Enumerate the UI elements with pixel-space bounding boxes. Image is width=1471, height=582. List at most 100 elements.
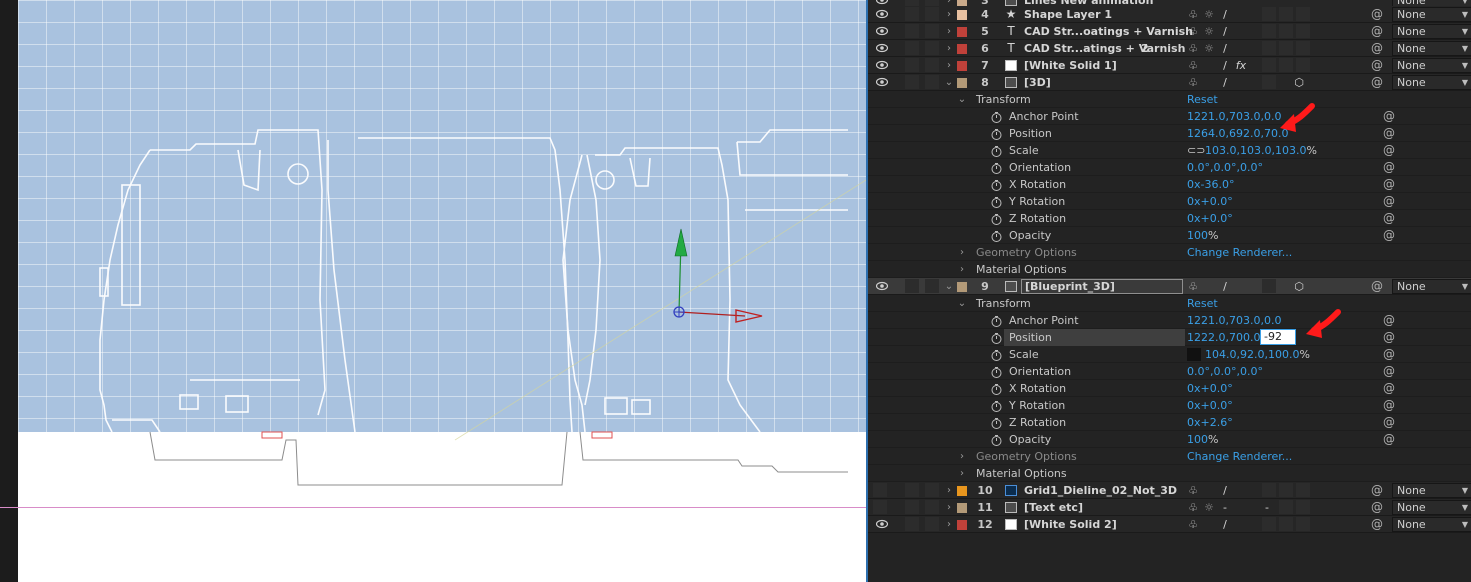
- visibility-eye-icon[interactable]: [876, 519, 888, 529]
- audio-switch[interactable]: [905, 279, 919, 293]
- layer-name[interactable]: [White Solid 2]: [1024, 516, 1117, 533]
- prop-row[interactable]: Z Rotation 0x+2.6° @: [868, 414, 1471, 431]
- label-color-swatch[interactable]: [957, 44, 967, 54]
- audio-switch[interactable]: [905, 7, 919, 21]
- layer-row-5[interactable]: › 5 T CAD Str...oatings + Varnish ♧ ☼ / …: [868, 23, 1471, 40]
- audio-switch[interactable]: [905, 75, 919, 89]
- label-color-swatch[interactable]: [957, 78, 967, 88]
- switch-cell[interactable]: [1296, 7, 1310, 21]
- property-value[interactable]: 0x-36.0°: [1187, 176, 1234, 193]
- motion-blur-icon[interactable]: -: [1258, 499, 1276, 516]
- property-value[interactable]: 1222.0,700.0,: [1187, 329, 1264, 346]
- label-color-swatch[interactable]: [957, 486, 967, 496]
- lock-switch[interactable]: [925, 517, 939, 531]
- switch-cell[interactable]: [1262, 58, 1276, 72]
- prop-row[interactable]: Opacity 100% @: [868, 431, 1471, 448]
- layer-row-6[interactable]: › 6 T CAD Str...atings + Varnish 2 ♧ ☼ /…: [868, 40, 1471, 57]
- property-value[interactable]: 0x+0.0°: [1187, 210, 1233, 227]
- property-value[interactable]: 1221.0,703.0,0.0: [1187, 108, 1281, 125]
- stopwatch-icon[interactable]: [991, 417, 1002, 429]
- stopwatch-icon[interactable]: [991, 128, 1002, 140]
- twirl-expanded-icon[interactable]: ⌄: [957, 91, 967, 108]
- quality-icon[interactable]: /: [1216, 23, 1234, 40]
- layer-name[interactable]: Shape Layer 1: [1024, 6, 1112, 23]
- pickwhip-icon[interactable]: @: [1383, 142, 1395, 159]
- pickwhip-icon[interactable]: @: [1370, 499, 1384, 516]
- twirl-chevron-icon[interactable]: ›: [944, 516, 954, 533]
- stopwatch-icon[interactable]: [991, 162, 1002, 174]
- stopwatch-icon[interactable]: [991, 196, 1002, 208]
- reset-link[interactable]: Reset: [1187, 91, 1218, 108]
- quality-icon[interactable]: /: [1216, 40, 1234, 57]
- layer-name[interactable]: CAD Str...atings + Varnish: [1024, 40, 1185, 57]
- layer-row-7[interactable]: › 7 [White Solid 1] ♧ / fx @ None ▼: [868, 57, 1471, 74]
- stopwatch-icon[interactable]: [991, 434, 1002, 446]
- layer-name[interactable]: [White Solid 1]: [1024, 57, 1117, 74]
- pickwhip-icon[interactable]: @: [1383, 431, 1395, 448]
- change-renderer-link[interactable]: Change Renderer...: [1187, 448, 1292, 465]
- pickwhip-icon[interactable]: @: [1370, 278, 1384, 295]
- position-z-input[interactable]: -92: [1260, 329, 1296, 345]
- visibility-eye-icon[interactable]: [876, 9, 888, 19]
- audio-switch[interactable]: [905, 500, 919, 514]
- material-options-row[interactable]: › Material Options: [868, 465, 1471, 482]
- layer-row-4[interactable]: › 4 ★ Shape Layer 1 ♧ ☼ / @ None ▼: [868, 6, 1471, 23]
- switch-cell[interactable]: [1296, 58, 1310, 72]
- prop-row[interactable]: Position 1264.0,692.0,70.0 @: [868, 125, 1471, 142]
- composition-viewer[interactable]: [0, 0, 866, 582]
- label-color-swatch[interactable]: [957, 520, 967, 530]
- twirl-chevron-icon[interactable]: ›: [944, 57, 954, 74]
- property-value[interactable]: 100%: [1187, 227, 1218, 244]
- parent-dropdown[interactable]: None ▼: [1392, 279, 1471, 294]
- label-color-swatch[interactable]: [957, 61, 967, 71]
- pickwhip-icon[interactable]: @: [1370, 40, 1384, 57]
- quality-icon[interactable]: /: [1216, 74, 1234, 91]
- property-value[interactable]: 104.0,92.0,100.0%: [1205, 346, 1310, 363]
- parent-dropdown[interactable]: None ▼: [1392, 500, 1471, 515]
- property-value[interactable]: 0.0°,0.0°,0.0°: [1187, 363, 1263, 380]
- parent-dropdown[interactable]: None ▼: [1392, 7, 1471, 22]
- layer-row-9[interactable]: ⌄ 9 [Blueprint_3D] ♧ / ⬡ @ None ▼: [868, 278, 1471, 295]
- property-value[interactable]: 103.0,103.0,103.0%: [1205, 142, 1317, 159]
- pickwhip-icon[interactable]: @: [1383, 329, 1395, 346]
- constrain-link-off[interactable]: [1187, 348, 1201, 361]
- visibility-eye-icon[interactable]: [876, 26, 888, 36]
- label-color-swatch[interactable]: [957, 10, 967, 20]
- prop-row[interactable]: Opacity 100% @: [868, 227, 1471, 244]
- parent-dropdown[interactable]: None ▼: [1392, 41, 1471, 56]
- prop-row[interactable]: Anchor Point 1221.0,703.0,0.0 @: [868, 108, 1471, 125]
- prop-row[interactable]: Y Rotation 0x+0.0° @: [868, 397, 1471, 414]
- quality-icon[interactable]: /: [1216, 516, 1234, 533]
- lock-switch[interactable]: [925, 24, 939, 38]
- geometry-options-row[interactable]: › Geometry Options Change Renderer...: [868, 244, 1471, 261]
- stopwatch-icon[interactable]: [991, 332, 1002, 344]
- audio-switch[interactable]: [905, 24, 919, 38]
- property-value[interactable]: 0x+0.0°: [1187, 397, 1233, 414]
- switch-cell[interactable]: [1279, 58, 1293, 72]
- pickwhip-icon[interactable]: @: [1383, 414, 1395, 431]
- constrain-link-icon[interactable]: ⊂⊃: [1187, 142, 1205, 159]
- switch-cell[interactable]: [1296, 24, 1310, 38]
- parent-dropdown[interactable]: None ▼: [1392, 75, 1471, 90]
- visibility-eye-icon[interactable]: [876, 281, 888, 291]
- transform-gizmo[interactable]: [673, 228, 763, 323]
- property-value[interactable]: 100%: [1187, 431, 1218, 448]
- audio-switch[interactable]: [905, 41, 919, 55]
- layer-row-11[interactable]: › 11 [Text etc] ♧ ☼ - - @ None ▼: [868, 499, 1471, 516]
- twirl-chevron-icon[interactable]: ›: [944, 499, 954, 516]
- reset-link[interactable]: Reset: [1187, 295, 1218, 312]
- geometry-options-row[interactable]: › Geometry Options Change Renderer...: [868, 448, 1471, 465]
- twirl-chevron-icon[interactable]: ›: [944, 482, 954, 499]
- audio-switch[interactable]: [905, 517, 919, 531]
- pickwhip-icon[interactable]: @: [1383, 125, 1395, 142]
- transform-group-8[interactable]: ⌄ Transform Reset: [868, 91, 1471, 108]
- change-renderer-link[interactable]: Change Renderer...: [1187, 244, 1292, 261]
- switch-cell[interactable]: [1296, 517, 1310, 531]
- visibility-switch[interactable]: [873, 483, 887, 497]
- prop-row[interactable]: X Rotation 0x+0.0° @: [868, 380, 1471, 397]
- layer-row-8[interactable]: ⌄ 8 [3D] ♧ / ⬡ @ None ▼: [868, 74, 1471, 91]
- switch-cell[interactable]: [1262, 517, 1276, 531]
- pickwhip-icon[interactable]: @: [1383, 227, 1395, 244]
- material-options-row[interactable]: › Material Options: [868, 261, 1471, 278]
- switch-cell[interactable]: [1262, 7, 1276, 21]
